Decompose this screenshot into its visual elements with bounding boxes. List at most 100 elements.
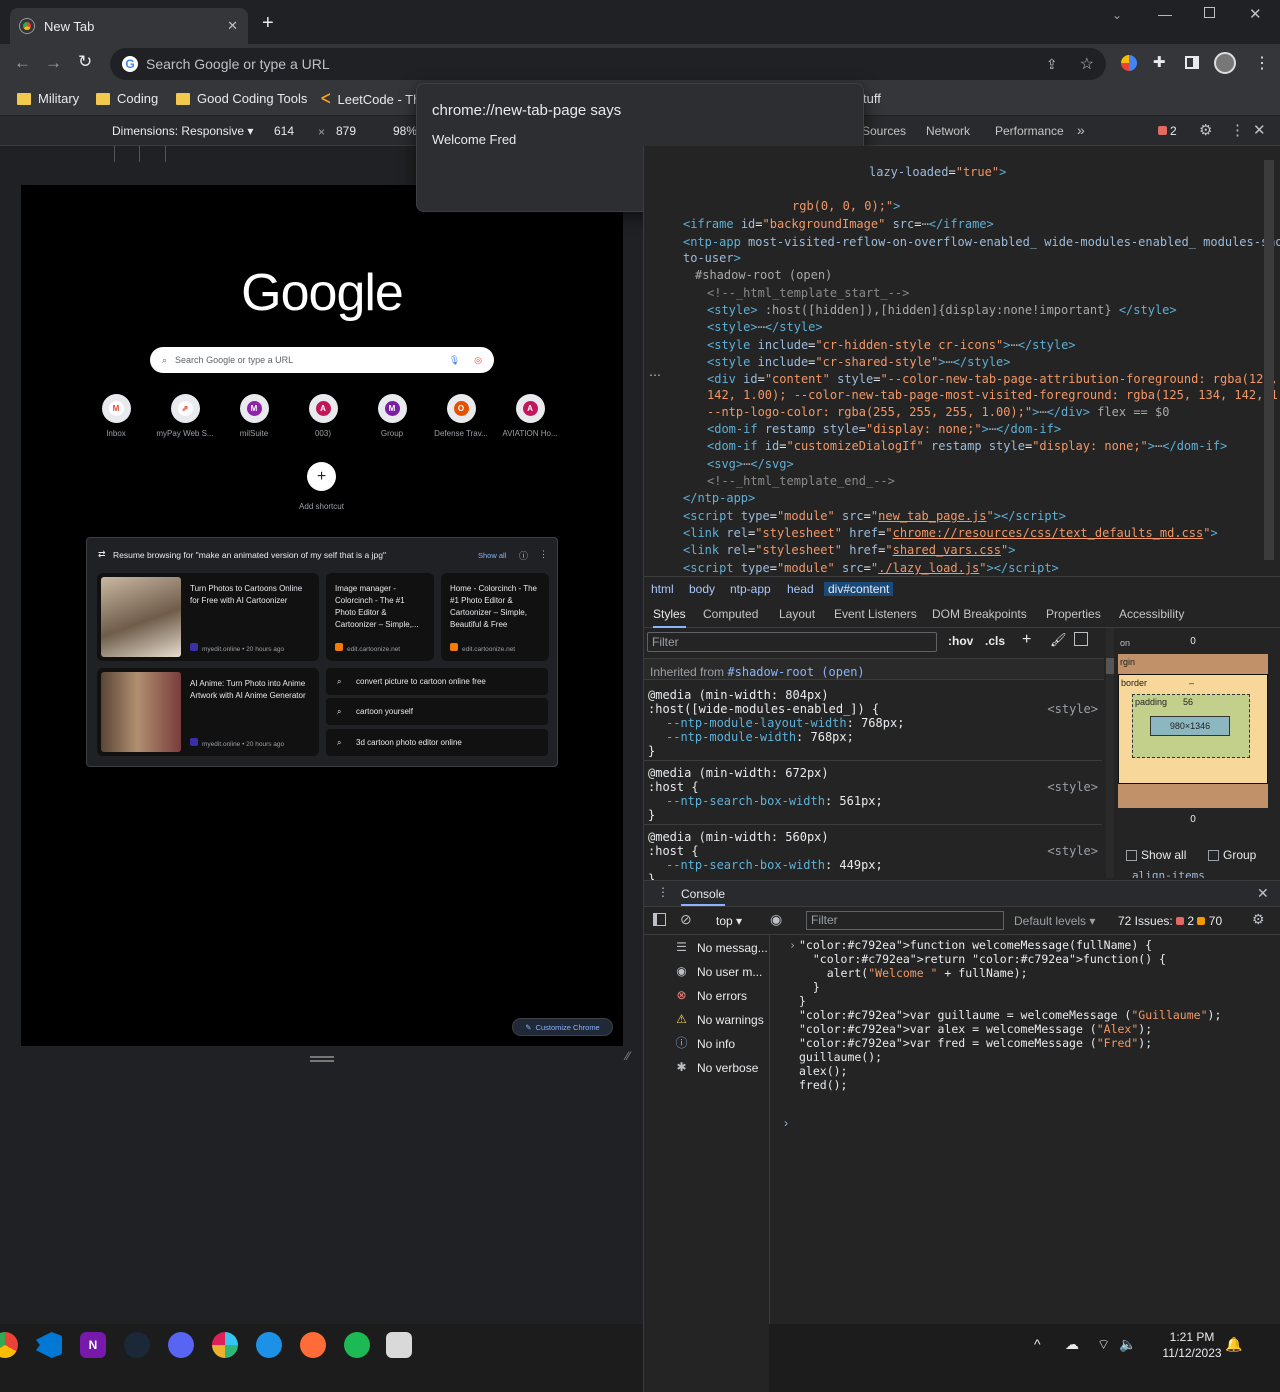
console-input[interactable]: › "color:#c792ea">function welcomeMessage… xyxy=(774,938,1274,1092)
console-filter-error[interactable]: ⊗ No errors xyxy=(674,988,747,1003)
add-shortcut-button[interactable]: + xyxy=(307,462,336,491)
bookmark-military[interactable]: Military xyxy=(17,91,79,106)
side-panel-icon[interactable] xyxy=(1185,56,1199,69)
issues-counter[interactable]: 72 Issues: 2 70 xyxy=(1118,914,1222,928)
dom-node-line[interactable]: lazy-loaded="true"> xyxy=(869,164,1006,181)
dom-node-line[interactable]: <style>⋯</style> xyxy=(707,319,823,336)
sidebar-toggle-icon[interactable] xyxy=(653,913,666,926)
discord-taskbar-icon[interactable] xyxy=(168,1332,194,1358)
notification-bell-icon[interactable]: 🔔 xyxy=(1225,1336,1242,1353)
bookmark-good-coding-tools[interactable]: Good Coding Tools xyxy=(176,91,307,106)
extension-icon[interactable] xyxy=(1121,55,1137,71)
bookmark-coding[interactable]: Coding xyxy=(96,91,158,106)
dom-node-line[interactable]: <svg>⋯</svg> xyxy=(707,456,794,473)
wifi-icon[interactable]: ⌔ xyxy=(1097,1336,1110,1354)
search-suggestion[interactable]: ⌕ cartoon yourself xyxy=(326,698,548,725)
customize-chrome-button[interactable]: ✎ Customize Chrome xyxy=(512,1018,613,1036)
share-icon[interactable]: ⇪ xyxy=(1046,56,1058,73)
inherited-link[interactable]: #shadow-root (open) xyxy=(727,665,864,679)
breadcrumb-item[interactable]: html xyxy=(651,582,674,596)
console-prompt-icon[interactable]: › xyxy=(784,1116,788,1130)
clear-console-icon[interactable]: ⊘ xyxy=(680,911,692,928)
console-filter-verbose[interactable]: ✱ No verbose xyxy=(674,1060,758,1075)
bookmark-leetcode[interactable]: ᐸ LeetCode - Th xyxy=(321,91,420,107)
context-select[interactable]: top ▾ xyxy=(716,914,742,928)
slack-taskbar-icon[interactable] xyxy=(212,1332,238,1358)
tab-network[interactable]: Network xyxy=(926,124,970,138)
paint-icon[interactable]: 🖌 xyxy=(1050,632,1067,648)
close-window-icon[interactable]: ✕ xyxy=(1249,5,1262,23)
forward-icon[interactable]: → xyxy=(45,53,62,73)
resume-card[interactable]: AI Anime: Turn Photo into Anime Artwork … xyxy=(97,668,319,756)
dom-node-line[interactable]: <iframe id="backgroundImage" src=⋯</ifra… xyxy=(683,216,994,233)
devtools-menu-icon[interactable]: ⋮ xyxy=(1230,121,1245,139)
dom-node-line[interactable]: <dom-if restamp style="display: none;">⋯… xyxy=(707,421,1061,438)
subtab-item[interactable]: Computed xyxy=(703,607,758,621)
subtab-item[interactable]: DOM Breakpoints xyxy=(932,607,1027,621)
tab-close-icon[interactable]: ✕ xyxy=(227,18,238,34)
dom-node-line[interactable]: <style> :host([hidden]),[hidden]{display… xyxy=(707,302,1177,319)
breadcrumb-item[interactable]: body xyxy=(689,582,715,596)
cloud-icon[interactable]: ☁ xyxy=(1065,1336,1079,1353)
search-suggestion[interactable]: ⌕ convert picture to cartoon online free xyxy=(326,668,548,695)
menu-icon[interactable]: ⋮ xyxy=(1254,53,1270,73)
snipping-tool-taskbar-icon[interactable] xyxy=(386,1332,412,1358)
mic-icon[interactable]: 🎙 xyxy=(449,355,460,366)
dom-node-line[interactable]: <script type="module" src="./lazy_load.j… xyxy=(683,560,1059,577)
sidebar-toggle-icon[interactable] xyxy=(1074,632,1088,646)
breadcrumb-item[interactable]: ntp-app xyxy=(730,582,771,596)
dom-node-line[interactable]: <style include="cr-hidden-style cr-icons… xyxy=(707,337,1076,354)
search-suggestion[interactable]: ⌕ 3d cartoon photo editor online xyxy=(326,729,548,756)
new-tab-icon[interactable]: + xyxy=(262,12,274,35)
hov-toggle[interactable]: :hov xyxy=(948,634,973,648)
back-icon[interactable]: ← xyxy=(14,53,31,73)
new-rule-icon[interactable]: + xyxy=(1022,631,1031,649)
spotify-taskbar-icon[interactable] xyxy=(344,1332,370,1358)
docker-taskbar-icon[interactable] xyxy=(256,1332,282,1358)
width-input[interactable]: 614 xyxy=(274,124,294,138)
dom-node-line[interactable]: <style include="cr-shared-style">⋯</styl… xyxy=(707,354,1011,371)
dom-node-line[interactable]: <link rel="stylesheet" href="chrome://re… xyxy=(683,525,1218,542)
console-filter-input[interactable]: Filter xyxy=(806,911,1004,930)
dom-node-line[interactable]: <link rel="stylesheet" href="shared_vars… xyxy=(683,542,1015,559)
shortcut-tile[interactable]: M Inbox xyxy=(81,394,151,438)
onenote-taskbar-icon[interactable]: N xyxy=(80,1332,106,1358)
volume-icon[interactable]: 🔈 xyxy=(1119,1336,1136,1353)
subtab-item[interactable]: Layout xyxy=(779,607,815,621)
css-rule[interactable]: @media (min-width: 804px) <style>:host([w… xyxy=(644,686,1102,761)
console-filter-info[interactable]: ⓘ No info xyxy=(674,1036,735,1051)
dom-node-line[interactable]: <dom-if id="customizeDialogIf" restamp s… xyxy=(707,438,1227,455)
ellipsis-icon[interactable]: ⋯ xyxy=(649,368,661,382)
close-drawer-icon[interactable]: ✕ xyxy=(1257,885,1269,902)
shortcut-tile[interactable]: ⇗ myPay Web S... xyxy=(150,394,220,438)
dom-node-line[interactable]: <ntp-app most-visited-reflow-on-overflow… xyxy=(683,234,1280,251)
module-menu-icon[interactable]: ⋮ xyxy=(539,549,548,560)
settings-icon[interactable]: ⚙ xyxy=(1199,121,1212,139)
elements-tree[interactable]: lazy-loaded="true"> rgb(0, 0, 0);"> <ifram… xyxy=(644,146,1280,576)
reload-icon[interactable]: ↻ xyxy=(78,52,92,72)
console-filter-warning[interactable]: ⚠ No warnings xyxy=(674,1012,764,1027)
group-checkbox[interactable]: Group xyxy=(1208,848,1256,862)
extensions-puzzle-icon[interactable]: ✚ xyxy=(1153,53,1166,71)
resize-handle-corner[interactable]: ⁄⁄ xyxy=(626,1049,630,1063)
subtab-item[interactable]: Accessibility xyxy=(1119,607,1184,621)
default-levels-select[interactable]: Default levels ▾ xyxy=(1014,914,1095,928)
tab-search-icon[interactable]: ⌄ xyxy=(1112,8,1122,22)
dom-node-line[interactable]: --ntp-logo-color: rgba(255, 255, 255, 1.… xyxy=(707,404,1169,421)
resume-card[interactable]: Turn Photos to Cartoons Online for Free … xyxy=(97,573,319,661)
console-tab[interactable]: Console xyxy=(681,887,726,906)
dom-node-line[interactable]: <div id="content" style="--color-new-tab… xyxy=(707,371,1280,388)
dom-node-line[interactable]: <!--_html_template_start_--> xyxy=(707,285,909,302)
height-input[interactable]: 879 xyxy=(336,124,356,138)
resume-card[interactable]: Home - Colorcinch - The #1 Photo Editor … xyxy=(441,573,549,661)
shortcut-tile[interactable]: M Group xyxy=(357,394,427,438)
tab-sources[interactable]: Sources xyxy=(862,124,906,138)
dom-node-line[interactable]: to-user> xyxy=(683,250,741,267)
maximize-icon[interactable] xyxy=(1204,7,1215,18)
zoom-select[interactable]: 98% xyxy=(393,124,417,138)
dom-node-line[interactable]: </ntp-app> xyxy=(683,490,755,507)
elements-scrollbar[interactable] xyxy=(1264,160,1274,560)
close-devtools-icon[interactable]: ✕ xyxy=(1253,121,1266,139)
dom-node-line[interactable]: <script type="module" src="new_tab_page.… xyxy=(683,508,1066,525)
dom-node-line[interactable]: #shadow-root (open) xyxy=(695,267,832,284)
